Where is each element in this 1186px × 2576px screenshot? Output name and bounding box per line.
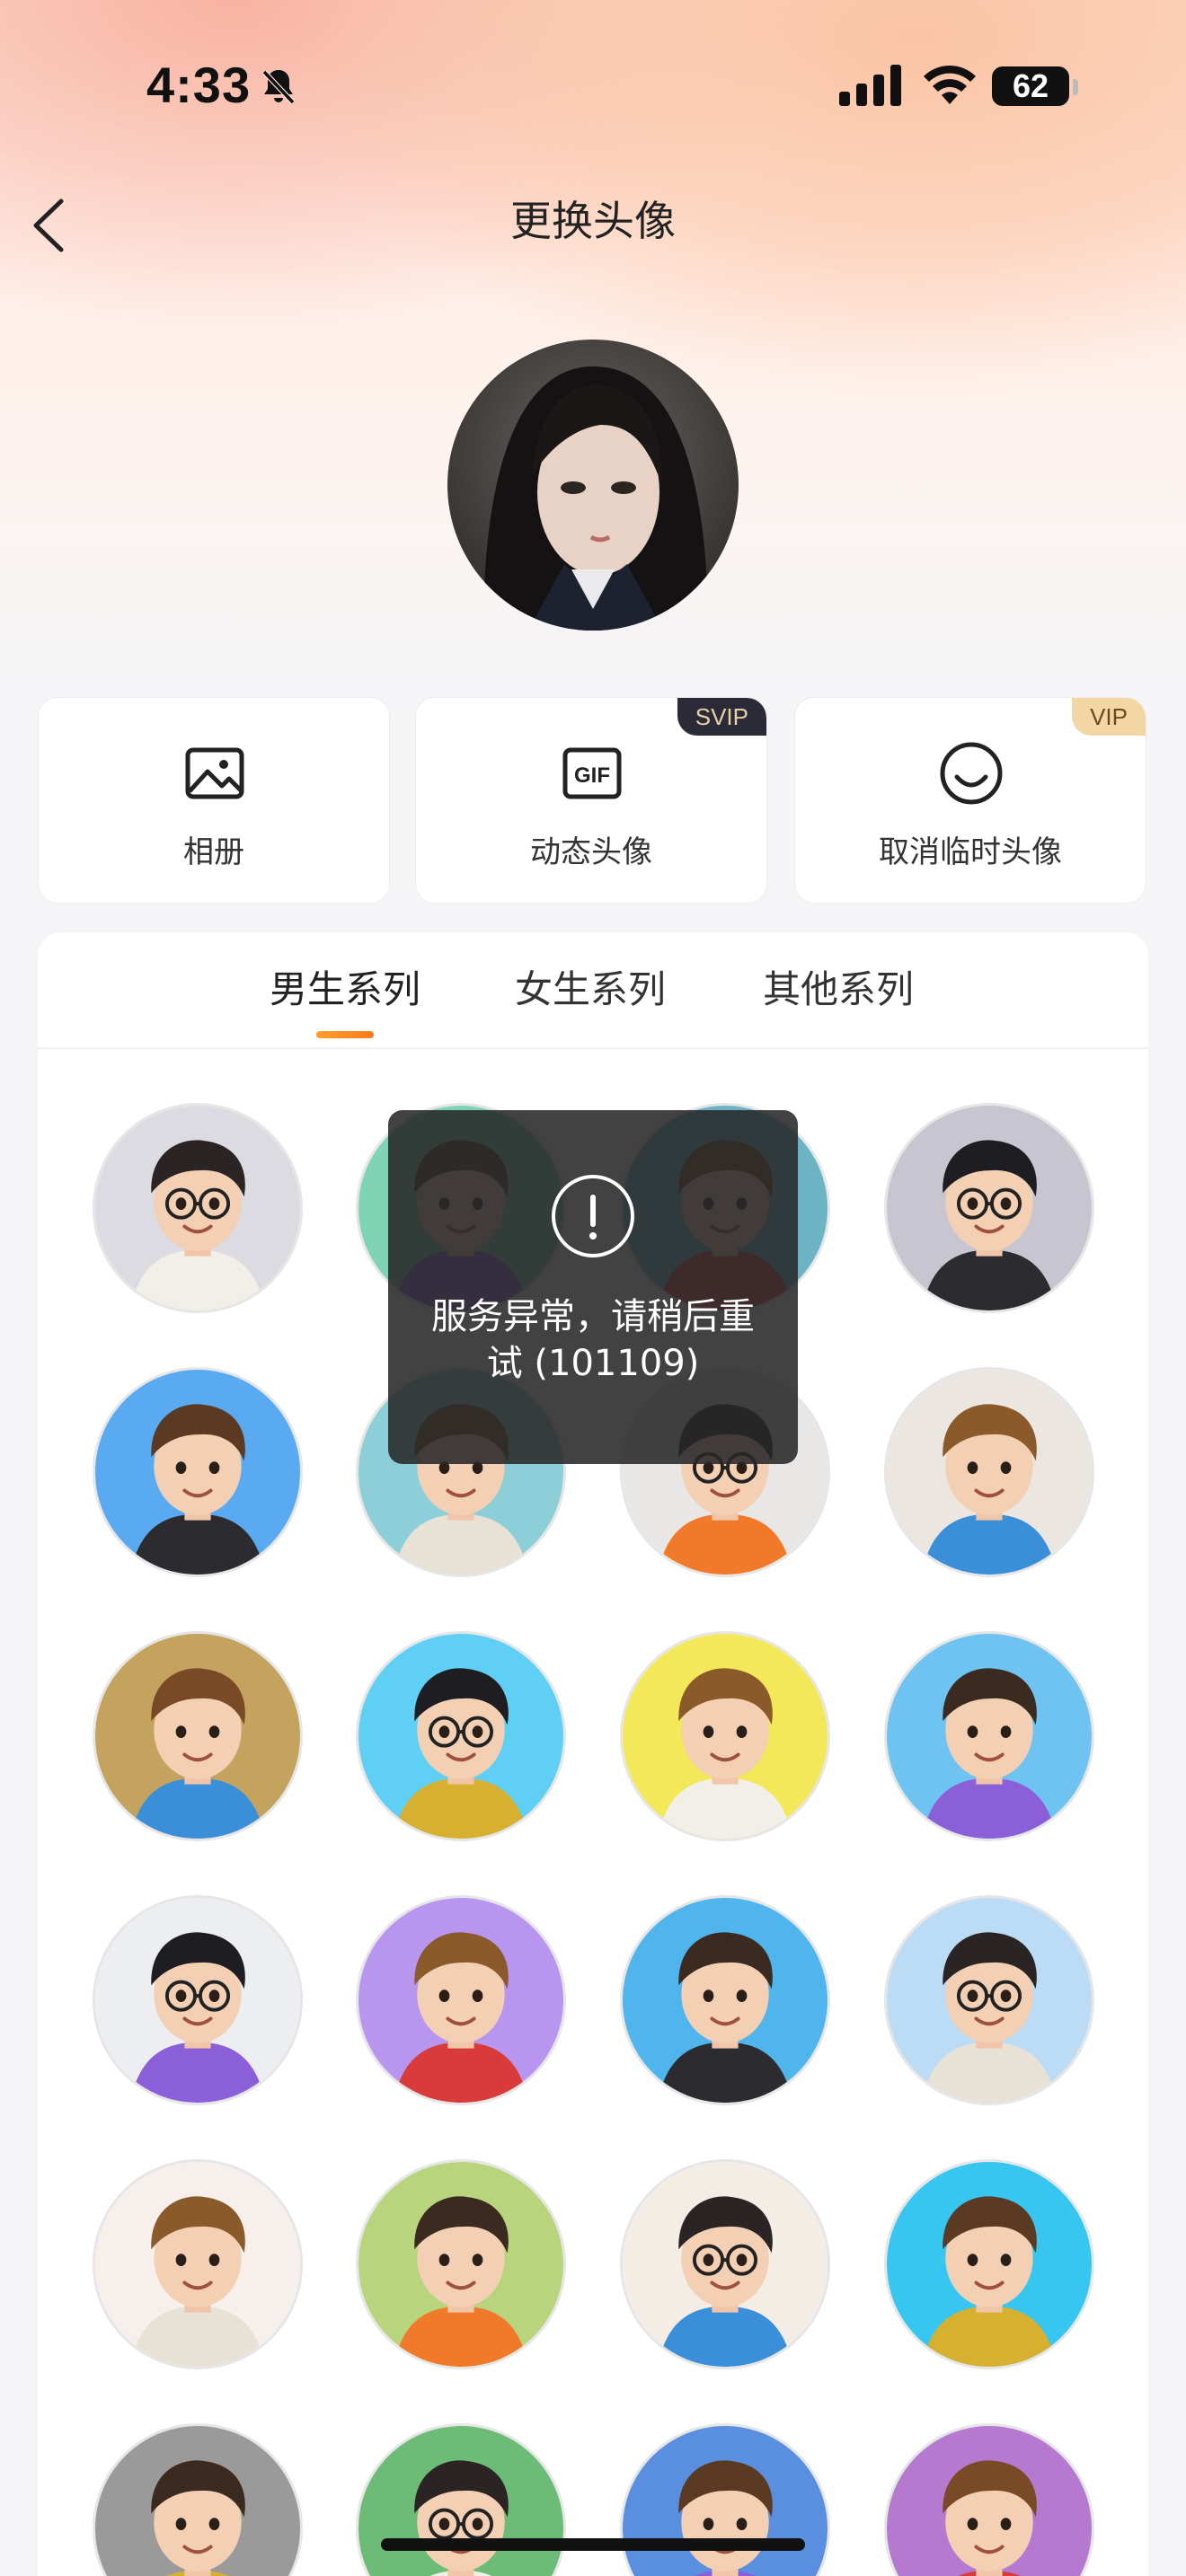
cancel-temp-avatar-label: 取消临时头像 xyxy=(879,834,1062,870)
error-toast: 服务异常，请稍后重试 (101109) xyxy=(388,1110,798,1464)
status-bar: 4:33 62 xyxy=(0,0,1186,171)
avatar-option[interactable] xyxy=(884,1367,1094,1577)
bell-muted-icon xyxy=(261,69,296,105)
image-icon xyxy=(185,747,244,799)
smile-icon xyxy=(940,742,1003,805)
avatar-option[interactable] xyxy=(884,1103,1094,1313)
current-avatar-photo xyxy=(447,340,739,631)
home-indicator xyxy=(381,2538,805,2551)
cartoon-avatar-image xyxy=(623,1634,828,1839)
cancel-temp-avatar-card[interactable]: VIP 取消临时头像 xyxy=(794,697,1146,904)
battery-tip xyxy=(1073,79,1078,95)
current-avatar[interactable] xyxy=(447,340,739,631)
avatar-option[interactable] xyxy=(884,2159,1094,2369)
vip-badge: VIP xyxy=(1072,698,1146,736)
cartoon-avatar-image xyxy=(887,1370,1092,1575)
cartoon-avatar-image xyxy=(623,1898,828,2103)
avatar-option[interactable] xyxy=(93,1631,303,1841)
cartoon-avatar-image xyxy=(887,1634,1092,1839)
toast-message: 服务异常，请稍后重试 (101109) xyxy=(431,1296,755,1384)
status-time: 4:33 xyxy=(146,57,252,113)
battery-level: 62 xyxy=(992,66,1069,106)
animated-avatar-label: 动态头像 xyxy=(530,834,652,870)
cartoon-avatar-image xyxy=(95,1634,300,1839)
avatar-option[interactable] xyxy=(884,1631,1094,1841)
svip-badge: SVIP xyxy=(677,698,766,736)
avatar-option[interactable] xyxy=(93,1895,303,2105)
cartoon-avatar-image xyxy=(95,1370,300,1575)
tab-female-series[interactable]: 女生系列 xyxy=(505,959,676,1014)
avatar-option[interactable] xyxy=(884,1895,1094,2105)
svg-text:GIF: GIF xyxy=(574,763,610,788)
cartoon-avatar-image xyxy=(95,2162,300,2367)
cartoon-avatar-image xyxy=(358,2162,563,2367)
avatar-option[interactable] xyxy=(356,1895,566,2105)
warning-icon xyxy=(552,1175,634,1257)
page-title: 更换头像 xyxy=(510,197,676,245)
avatar-option[interactable] xyxy=(93,1103,303,1313)
animated-avatar-card[interactable]: SVIP GIF 动态头像 xyxy=(415,697,767,904)
avatar-option[interactable] xyxy=(620,1895,830,2105)
cartoon-avatar-image xyxy=(95,1898,300,2103)
tab-other-series[interactable]: 其他系列 xyxy=(753,959,924,1014)
cartoon-avatar-image xyxy=(358,1898,563,2103)
cartoon-avatar-image xyxy=(887,2162,1092,2367)
tab-male-series[interactable]: 男生系列 xyxy=(260,959,430,1014)
cartoon-avatar-image xyxy=(887,1106,1092,1310)
avatar-option[interactable] xyxy=(356,1631,566,1841)
active-tab-indicator xyxy=(316,1031,374,1038)
avatar-option[interactable] xyxy=(620,2159,830,2369)
cartoon-avatar-image xyxy=(887,1898,1092,2103)
album-label: 相册 xyxy=(183,834,244,870)
avatar-option[interactable] xyxy=(93,1367,303,1577)
gif-icon: GIF xyxy=(562,747,622,799)
avatar-option[interactable] xyxy=(620,1631,830,1841)
avatar-option[interactable] xyxy=(356,2159,566,2369)
album-card[interactable]: 相册 xyxy=(38,697,390,904)
cartoon-avatar-image xyxy=(358,1634,563,1839)
avatar-option[interactable] xyxy=(93,2159,303,2369)
cellular-signal-icon xyxy=(839,65,901,106)
tab-divider xyxy=(38,1047,1148,1049)
cartoon-avatar-image xyxy=(95,1106,300,1310)
wifi-icon xyxy=(924,65,976,104)
cartoon-avatar-image xyxy=(623,2162,828,2367)
